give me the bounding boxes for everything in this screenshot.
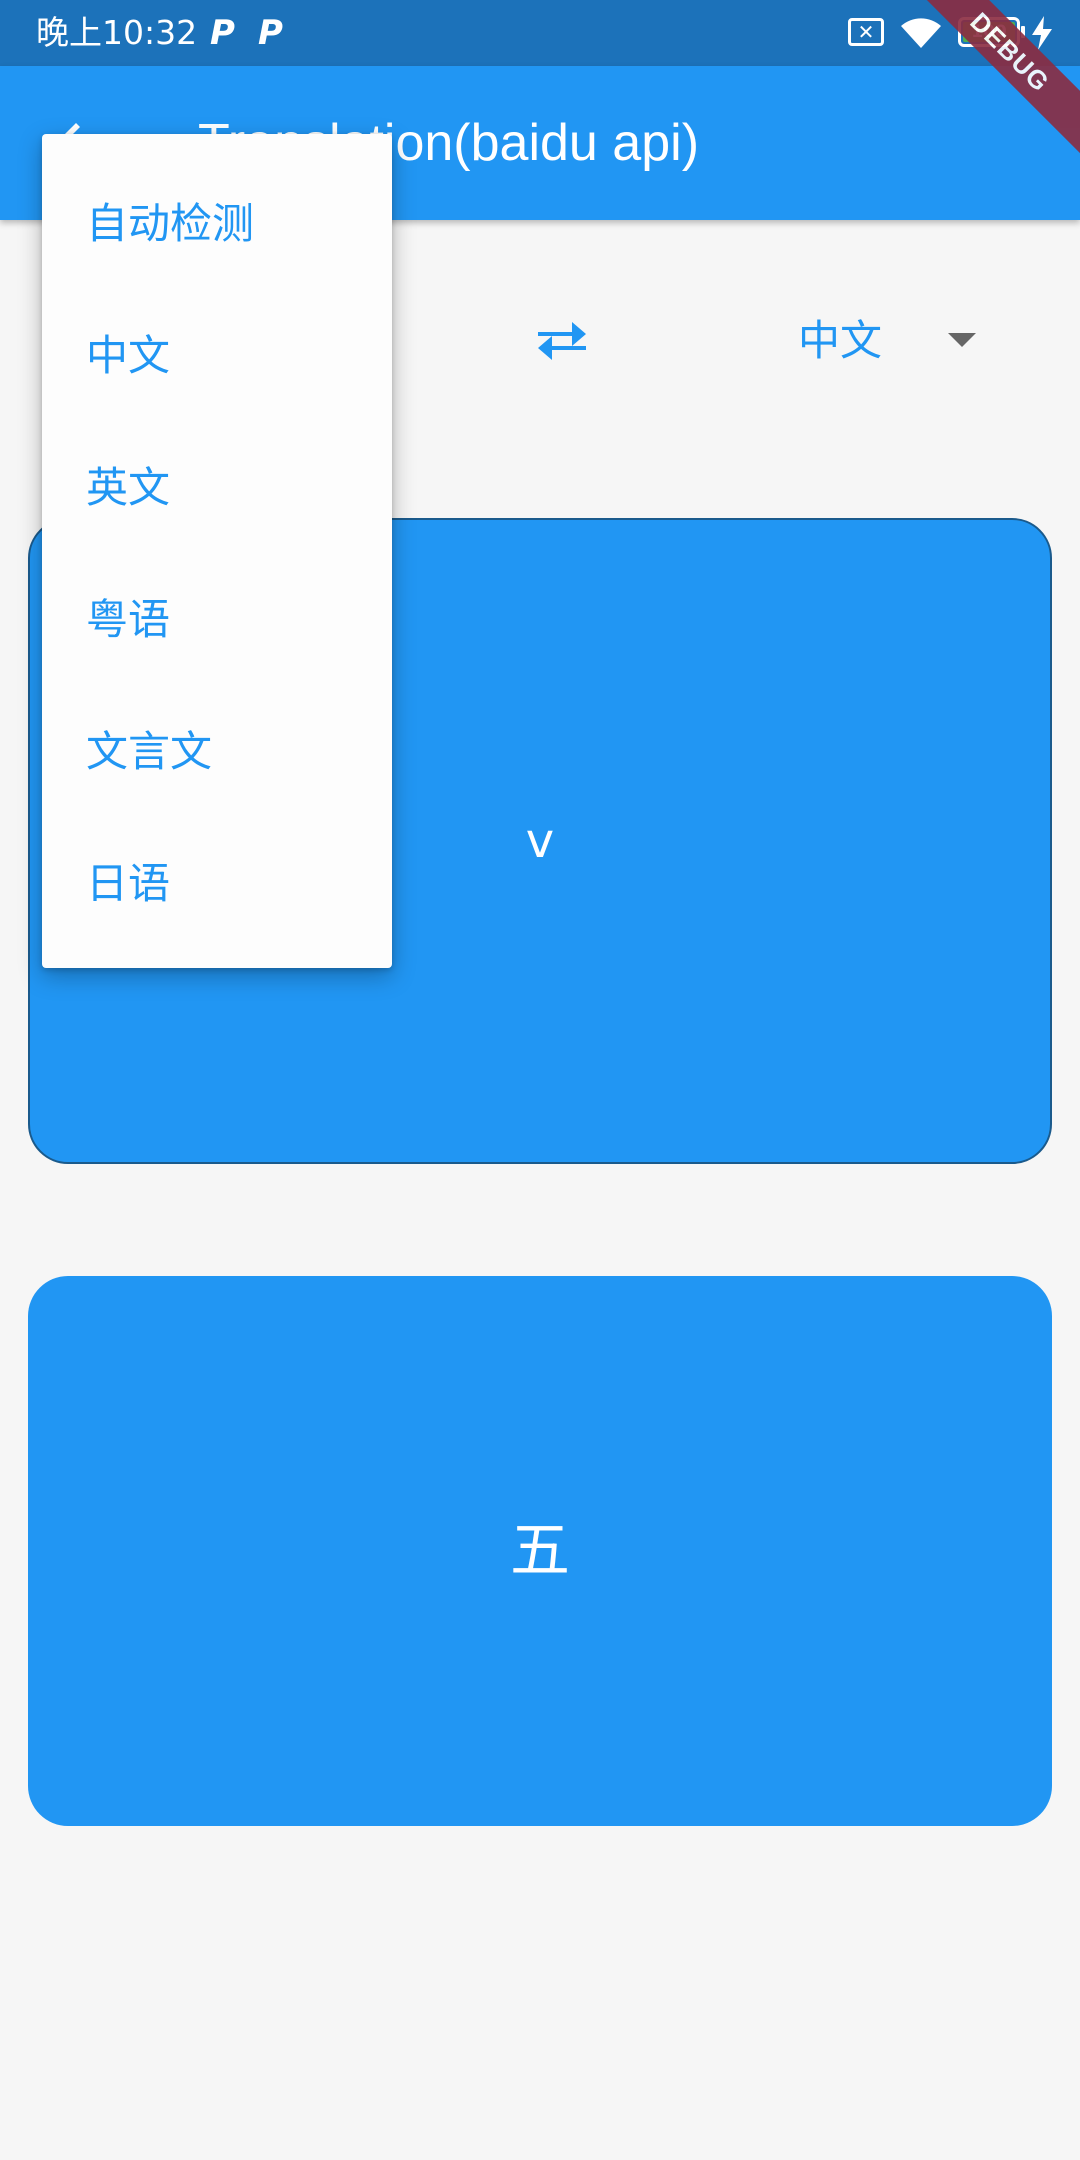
- caret-down-icon[interactable]: [948, 333, 976, 347]
- wifi-icon: [901, 18, 941, 48]
- menu-item-cantonese[interactable]: 粤语: [86, 590, 170, 650]
- p-notification-icon: P: [258, 13, 283, 53]
- menu-item-japanese[interactable]: 日语: [86, 854, 170, 914]
- source-language-menu: 自动检测 中文 英文 粤语 文言文 日语: [42, 134, 392, 968]
- status-bar: 晚上10:32 P P ✕ 100: [0, 0, 1080, 66]
- swap-arrows-icon[interactable]: [534, 318, 590, 364]
- menu-item-classical-chinese[interactable]: 文言文: [86, 722, 212, 782]
- output-card: 五: [28, 1276, 1052, 1826]
- sim-disabled-icon: ✕: [848, 18, 884, 46]
- menu-item-english[interactable]: 英文: [86, 458, 170, 518]
- status-time: 晚上10:32: [36, 13, 198, 52]
- output-text: 五: [510, 1516, 570, 1586]
- menu-item-chinese[interactable]: 中文: [86, 326, 170, 386]
- input-text: v: [525, 813, 555, 869]
- p-notification-icon: P: [210, 13, 235, 53]
- target-language-select[interactable]: 中文: [798, 310, 882, 372]
- menu-item-auto-detect[interactable]: 自动检测: [86, 194, 254, 254]
